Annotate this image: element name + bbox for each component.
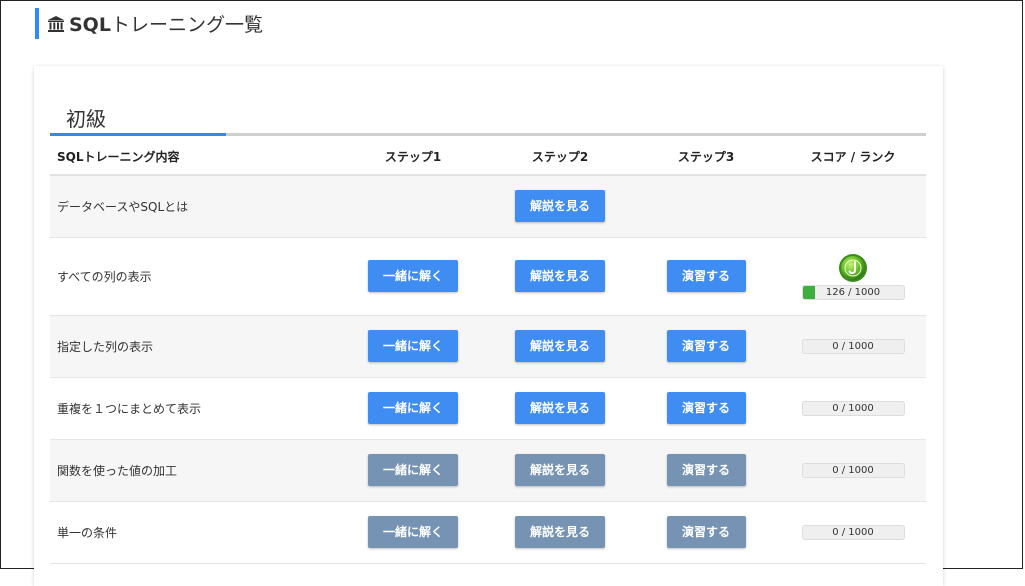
cell-step3: 演習する: [632, 439, 780, 502]
score-progress-bar: 126 / 1000: [801, 284, 905, 300]
cell-step3: 演習する: [632, 315, 780, 378]
score-rank: 0 / 1000: [801, 524, 905, 540]
training-name: 単一の条件: [50, 501, 338, 564]
cell-score: 0 / 1000: [780, 501, 926, 564]
page-title: SQLトレーニング一覧: [69, 10, 263, 37]
table-row: すべての列の表示 一緒に解く 解説を見る 演習する 126 / 1000: [50, 237, 926, 316]
training-name: すべての列の表示: [50, 237, 338, 316]
score-rank: 0 / 1000: [801, 462, 905, 478]
cell-step3: 演習する: [632, 237, 780, 316]
score-progress-bar: 0 / 1000: [801, 462, 905, 478]
training-name: データベースやSQLとは: [50, 175, 338, 238]
view-explanation-button[interactable]: 解説を見る: [515, 516, 605, 548]
page-header: SQLトレーニング一覧: [35, 8, 263, 39]
cell-step3: 演習する: [632, 377, 780, 440]
view-explanation-button[interactable]: 解説を見る: [515, 260, 605, 292]
cell-step1: 一緒に解く: [338, 501, 488, 564]
practice-button[interactable]: 演習する: [666, 330, 746, 362]
view-explanation-button[interactable]: 解説を見る: [515, 190, 605, 223]
practice-button[interactable]: 演習する: [666, 260, 746, 292]
cell-score: 0 / 1000: [780, 315, 926, 378]
score-label: 126 / 1000: [825, 286, 881, 298]
section-title: 初級: [66, 107, 106, 131]
cell-step2: 解説を見る: [488, 501, 632, 564]
cell-step2: 解説を見る: [488, 315, 632, 378]
header-step2: ステップ2: [488, 138, 632, 176]
practice-button[interactable]: 演習する: [666, 392, 746, 424]
header-step1: ステップ1: [338, 138, 488, 176]
cell-step1: [338, 175, 488, 238]
cell-step2: 解説を見る: [488, 237, 632, 316]
page-title-suffix: トレーニング一覧: [110, 14, 263, 36]
cell-score: 126 / 1000: [780, 237, 926, 316]
cell-score: [780, 175, 926, 238]
score-label: 0 / 1000: [832, 526, 874, 538]
table-header-row: SQLトレーニング内容 ステップ1 ステップ2 ステップ3 スコア / ランク: [50, 138, 926, 176]
table-row: 関数を使った値の加工 一緒に解く 解説を見る 演習する 0 / 1000: [50, 439, 926, 502]
table-row: 単一の条件 一緒に解く 解説を見る 演習する 0 / 1000: [50, 501, 926, 564]
view-explanation-button[interactable]: 解説を見る: [515, 454, 605, 486]
table-row: データベースやSQLとは 解説を見る: [50, 175, 926, 238]
score-rank: 0 / 1000: [801, 400, 905, 416]
score-progress-bar: 0 / 1000: [801, 524, 905, 540]
table-row: 重複を１つにまとめて表示 一緒に解く 解説を見る 演習する 0 / 1000: [50, 377, 926, 440]
score-label: 0 / 1000: [832, 340, 874, 352]
training-name: 指定した列の表示: [50, 315, 338, 378]
section-divider-accent: [50, 133, 226, 136]
view-explanation-button[interactable]: 解説を見る: [515, 392, 605, 424]
cell-step1: 一緒に解く: [338, 237, 488, 316]
page-title-prefix: SQL: [69, 14, 111, 36]
cell-step3: 演習する: [632, 501, 780, 564]
training-table: SQLトレーニング内容 ステップ1 ステップ2 ステップ3 スコア / ランク …: [50, 138, 926, 564]
solve-together-button[interactable]: 一緒に解く: [368, 454, 458, 486]
cell-step1: 一緒に解く: [338, 439, 488, 502]
table-row: 指定した列の表示 一緒に解く 解説を見る 演習する 0 / 1000: [50, 315, 926, 378]
solve-together-button[interactable]: 一緒に解く: [368, 330, 458, 362]
score-label: 0 / 1000: [832, 402, 874, 414]
solve-together-button[interactable]: 一緒に解く: [368, 260, 458, 292]
table-body: データベースやSQLとは 解説を見る すべての列の表示 一緒に解く 解説を見る 演習する 1…: [50, 175, 926, 564]
practice-button[interactable]: 演習する: [666, 516, 746, 548]
cell-step2: 解説を見る: [488, 439, 632, 502]
score-rank: 126 / 1000: [801, 253, 905, 300]
cell-step1: 一緒に解く: [338, 315, 488, 378]
score-progress-bar: 0 / 1000: [801, 338, 905, 354]
section-divider: [50, 133, 926, 136]
bank-icon: [48, 15, 64, 32]
cell-score: 0 / 1000: [780, 377, 926, 440]
view-explanation-button[interactable]: 解説を見る: [515, 330, 605, 362]
training-name: 重複を１つにまとめて表示: [50, 377, 338, 440]
cell-step1: 一緒に解く: [338, 377, 488, 440]
solve-together-button[interactable]: 一緒に解く: [368, 516, 458, 548]
j-rank-badge-icon: [839, 253, 867, 282]
header-score: スコア / ランク: [780, 138, 926, 176]
score-rank: 0 / 1000: [801, 338, 905, 354]
score-label: 0 / 1000: [832, 464, 874, 476]
cell-step2: 解説を見る: [488, 377, 632, 440]
practice-button[interactable]: 演習する: [666, 454, 746, 486]
training-name: 関数を使った値の加工: [50, 439, 338, 502]
cell-step3: [632, 175, 780, 238]
header-step3: ステップ3: [632, 138, 780, 176]
cell-score: 0 / 1000: [780, 439, 926, 502]
cell-step2: 解説を見る: [488, 175, 632, 238]
score-progress-bar: 0 / 1000: [801, 400, 905, 416]
training-card: 初級 SQLトレーニング内容 ステップ1 ステップ2 ステップ3 スコア / ラ…: [34, 66, 943, 586]
header-name: SQLトレーニング内容: [50, 138, 338, 176]
solve-together-button[interactable]: 一緒に解く: [368, 392, 458, 424]
